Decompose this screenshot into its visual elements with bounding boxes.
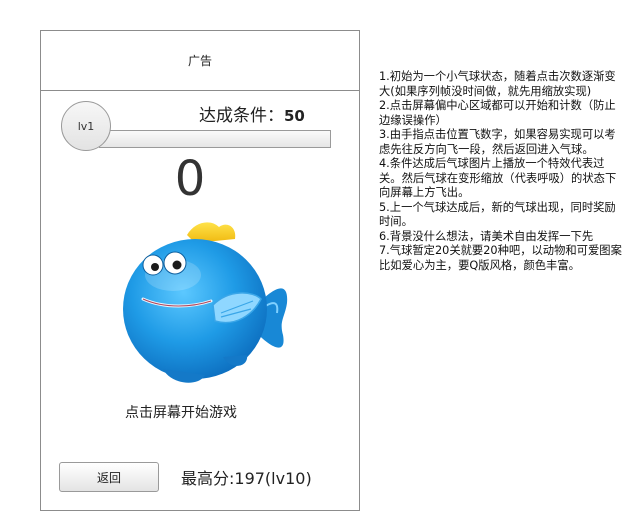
level-progress-bar (99, 130, 331, 148)
high-score: 最高分:197(lv10) (181, 469, 312, 488)
design-notes: 1.初始为一个小气球状态，随着点击次数逐渐变大(如果序列帧没时间做，就先用缩放实… (379, 70, 624, 273)
fish-balloon-icon[interactable] (103, 217, 291, 387)
level-badge: lv1 (61, 101, 111, 151)
note-item: 2.点击屏幕偏中心区域都可以开始和计数（防止边缘误操作） (379, 99, 616, 127)
note-item: 5.上一个气球达成后，新的气球出现，同时奖励时间。 (379, 200, 616, 229)
note-item: 7.气球暂定20关就要20种吧，以动物和可爱图案比如爱心为主，要Q版风格，颜色丰… (379, 244, 622, 272)
goal-value: 50 (284, 107, 305, 125)
game-screen[interactable]: 广告 lv1 达成条件：50 0 点击屏幕开始游戏 返回 最高分:197(lv1… (40, 30, 360, 511)
start-game-prompt: 点击屏幕开始游戏 (125, 405, 237, 421)
goal-condition: 达成条件：50 (199, 101, 305, 126)
tap-counter: 0 (174, 151, 206, 207)
back-button[interactable]: 返回 (59, 462, 159, 492)
ad-label: 广告 (187, 54, 212, 68)
goal-label: 达成条件： (199, 106, 284, 126)
note-item: 6.背景没什么想法，请美术自由发挥一下先 (379, 229, 594, 243)
ad-banner[interactable]: 广告 (41, 31, 359, 91)
note-item: 4.条件达成后气球图片上播放一个特效代表过关。然后气球在变形缩放（代表呼吸）的状… (379, 157, 617, 199)
note-item: 1.初始为一个小气球状态，随着点击次数逐渐变大(如果序列帧没时间做，就先用缩放实… (379, 70, 616, 98)
note-item: 3.由手指点击位置飞数字，如果容易实现可以考虑先往反方向飞一段，然后返回进入气球… (379, 128, 616, 156)
level-label: lv1 (77, 119, 95, 133)
